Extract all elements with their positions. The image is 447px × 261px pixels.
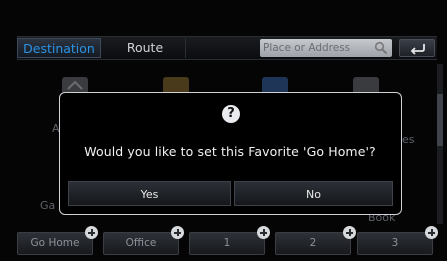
background-label-fragment: Ga: [40, 199, 56, 212]
favorite-label: 1: [223, 237, 231, 249]
question-icon: ?: [222, 105, 240, 123]
favorite-label: 3: [391, 237, 399, 249]
magnifier-icon[interactable]: [374, 41, 388, 55]
scrollbar[interactable]: [437, 64, 443, 224]
navigation-screen: Destination Route A es Ga Book Go Home: [0, 0, 447, 261]
back-button[interactable]: [399, 39, 435, 57]
add-plus-icon[interactable]: [257, 226, 270, 239]
dialog-message: Would you like to set this Favorite 'Go …: [84, 144, 376, 159]
favorite-label: Office: [125, 237, 157, 249]
favorite-button[interactable]: 2: [275, 226, 356, 255]
add-plus-icon[interactable]: [425, 226, 438, 239]
tab-destination[interactable]: Destination: [17, 38, 101, 58]
add-plus-icon[interactable]: [85, 226, 98, 239]
background-label-fragment: es: [402, 133, 415, 146]
favorite-button[interactable]: 3: [357, 226, 438, 255]
favorite-button[interactable]: Office: [103, 226, 184, 255]
favorite-button[interactable]: 1: [189, 226, 270, 255]
no-button[interactable]: No: [234, 181, 393, 206]
add-plus-icon[interactable]: [343, 226, 356, 239]
yes-button[interactable]: Yes: [68, 181, 231, 206]
favorite-label: Go Home: [30, 237, 80, 249]
scrollbar-thumb[interactable]: [437, 94, 443, 146]
tab-route[interactable]: Route: [105, 38, 186, 58]
tab-bar: Destination Route: [17, 36, 437, 60]
search-box[interactable]: [260, 39, 392, 57]
favorite-label: 2: [309, 237, 317, 249]
confirm-dialog: ? Would you like to set this Favorite 'G…: [59, 92, 402, 215]
favorites-bar: Go Home Office 1 2 3: [17, 226, 441, 255]
add-plus-icon[interactable]: [171, 226, 184, 239]
favorite-button[interactable]: Go Home: [17, 226, 98, 255]
back-arrow-icon: [410, 44, 425, 55]
search-input[interactable]: [263, 40, 367, 56]
